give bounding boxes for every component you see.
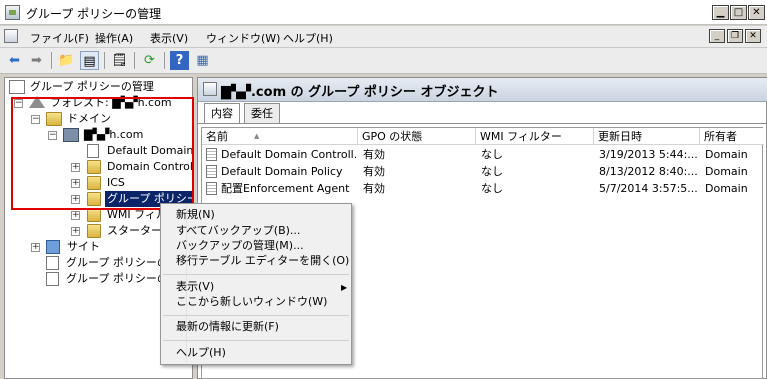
- maximize-button[interactable]: □: [730, 5, 747, 20]
- expand-toggle[interactable]: +: [71, 227, 80, 236]
- toolbar: ⬅ ➡ 📁 ▤ 🗒 ⟳ ? ▦: [0, 48, 767, 74]
- close-button[interactable]: ✕: [748, 5, 765, 20]
- menu-action[interactable]: 操作(A): [95, 30, 133, 46]
- menu-separator: [163, 340, 349, 341]
- annotation-highlight-box: [11, 97, 194, 210]
- tab-divider: [198, 123, 767, 124]
- menu-item-manage-backups[interactable]: バックアップの管理(M)...: [176, 238, 304, 254]
- back-arrow-icon[interactable]: ⬅: [5, 51, 24, 70]
- help-icon[interactable]: ?: [170, 51, 189, 70]
- cell-wmi-filter: なし: [481, 165, 503, 178]
- tab-contents[interactable]: 内容: [204, 103, 240, 124]
- menu-item-backup-all[interactable]: すべてバックアップ(B)...: [176, 223, 300, 239]
- mdi-close-button[interactable]: ✕: [745, 29, 761, 43]
- details-header: ▇▚▞.com の グループ ポリシー オブジェクト: [198, 78, 767, 102]
- menu-help[interactable]: ヘルプ(H): [283, 30, 333, 46]
- toolbar-separator: [164, 52, 165, 69]
- column-header-gpo-status[interactable]: GPO の状態: [358, 128, 476, 145]
- toolbar-separator: [134, 52, 135, 69]
- tree-label: グループ ポリシーの管理: [30, 80, 154, 93]
- menu-item-migration-table-editor[interactable]: 移行テーブル エディターを開く(O): [176, 253, 349, 269]
- modeling-icon: [46, 256, 59, 270]
- wmi-folder-icon: [87, 208, 101, 222]
- mdi-restore-button[interactable]: ❐: [727, 29, 743, 43]
- menu-file[interactable]: ファイル(F): [30, 30, 89, 46]
- up-folder-icon[interactable]: 📁: [57, 51, 76, 70]
- column-header-modified[interactable]: 更新日時: [594, 128, 700, 145]
- expand-toggle[interactable]: +: [71, 211, 80, 220]
- menu-separator: [163, 274, 349, 275]
- submenu-arrow-icon: ▶: [341, 283, 348, 292]
- gpo-icon: [206, 182, 217, 195]
- details-title: ▇▚▞.com の グループ ポリシー オブジェクト: [221, 85, 499, 100]
- cell-gpo-status: 有効: [363, 148, 385, 161]
- cell-owner: Domain: [705, 165, 748, 178]
- starter-folder-icon: [87, 224, 101, 238]
- cell-wmi-filter: なし: [481, 182, 503, 195]
- cell-modified: 8/13/2012 8:40:...: [599, 165, 698, 178]
- cell-modified: 3/19/2013 5:44:...: [599, 148, 698, 161]
- table-row[interactable]: Default Domain Controll... 有効 なし 3/19/20…: [202, 146, 762, 163]
- menu-view[interactable]: 表示(V): [150, 30, 188, 46]
- gpmc-console-icon: [9, 80, 25, 94]
- console-menu-icon[interactable]: [4, 29, 18, 43]
- menu-window[interactable]: ウィンドウ(W): [206, 30, 280, 46]
- cell-gpo-status: 有効: [363, 165, 385, 178]
- properties-icon[interactable]: 🗒: [110, 51, 129, 70]
- toolbar-separator: [104, 52, 105, 69]
- mdi-minimize-button[interactable]: _: [709, 29, 725, 43]
- cell-name: 配置Enforcement Agent: [221, 182, 350, 195]
- menu-separator: [163, 315, 349, 316]
- menu-item-refresh[interactable]: 最新の情報に更新(F): [176, 319, 279, 335]
- tree-label: グループ ポリシーの: [66, 272, 168, 285]
- gpo-icon: [206, 165, 217, 178]
- show-hide-tree-icon[interactable]: ▤: [80, 51, 99, 70]
- menu-item-new[interactable]: 新規(N): [176, 207, 215, 223]
- toolbar-separator: [51, 52, 52, 69]
- cell-wmi-filter: なし: [481, 148, 503, 161]
- sort-ascending-icon: ▲: [254, 132, 260, 140]
- gpo-icon: [206, 148, 217, 161]
- forward-arrow-icon[interactable]: ➡: [27, 51, 46, 70]
- refresh-icon[interactable]: ⟳: [140, 51, 159, 70]
- results-icon: [46, 272, 59, 286]
- title-bar: グループ ポリシーの管理 ▁ □ ✕: [0, 0, 767, 25]
- cell-owner: Domain: [705, 148, 748, 161]
- menu-item-new-window[interactable]: ここから新しいウィンドウ(W): [176, 294, 327, 310]
- context-menu: 新規(N) すべてバックアップ(B)... バックアップの管理(M)... 移行…: [160, 203, 352, 365]
- cell-modified: 5/7/2014 3:57:5...: [599, 182, 698, 195]
- show-action-pane-icon[interactable]: ▦: [193, 51, 212, 70]
- tab-delegation[interactable]: 委任: [244, 103, 280, 123]
- cell-name: Default Domain Policy: [221, 165, 343, 178]
- column-header-owner[interactable]: 所有者: [700, 128, 764, 145]
- minimize-button[interactable]: ▁: [712, 5, 729, 20]
- column-label: 名前: [206, 130, 228, 143]
- table-row[interactable]: 配置Enforcement Agent 有効 なし 5/7/2014 3:57:…: [202, 180, 762, 197]
- cell-owner: Domain: [705, 182, 748, 195]
- cell-name: Default Domain Controll...: [221, 148, 357, 161]
- menu-item-view[interactable]: 表示(V): [176, 279, 214, 295]
- window-title: グループ ポリシーの管理: [26, 7, 162, 21]
- cell-gpo-status: 有効: [363, 182, 385, 195]
- tree-label: サイト: [67, 240, 100, 253]
- menu-bar: ファイル(F) 操作(A) 表示(V) ウィンドウ(W) ヘルプ(H) _ ❐ …: [0, 26, 767, 48]
- gpmc-app-icon: [5, 5, 20, 20]
- column-header-name[interactable]: 名前 ▲: [202, 128, 358, 145]
- sites-icon: [46, 240, 60, 254]
- table-row[interactable]: Default Domain Policy 有効 なし 8/13/2012 8:…: [202, 163, 762, 180]
- expand-toggle[interactable]: +: [31, 243, 40, 252]
- menu-item-help[interactable]: ヘルプ(H): [176, 345, 226, 361]
- gpo-container-icon: [203, 82, 217, 96]
- column-header-wmi-filter[interactable]: WMI フィルター: [476, 128, 594, 145]
- tree-label: グループ ポリシーの: [66, 256, 168, 269]
